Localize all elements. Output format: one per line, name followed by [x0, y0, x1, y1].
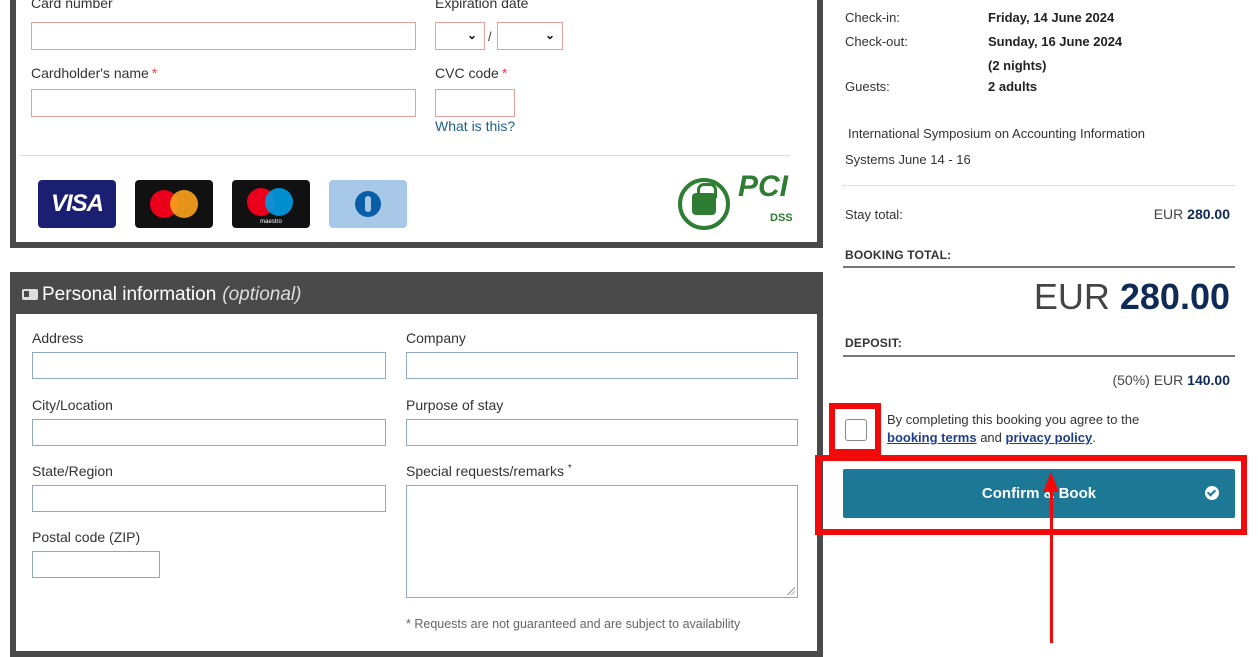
special-requests-note: * Requests are not guaranteed and are su…	[406, 617, 741, 631]
address-label: Address	[32, 330, 84, 346]
id-card-icon	[22, 289, 38, 300]
postal-code-label: Postal code (ZIP)	[32, 529, 141, 545]
summary-divider	[843, 185, 1235, 186]
card-number-label: Card number	[31, 0, 113, 11]
checkin-label: Check-in:	[845, 10, 900, 25]
checkin-value: Friday, 14 June 2024	[988, 10, 1115, 25]
visa-logo: VISA	[38, 180, 116, 228]
check-circle-icon	[1205, 486, 1219, 500]
pci-dss-label: DSS	[770, 212, 793, 224]
city-location-input[interactable]	[32, 419, 386, 446]
postal-code-input[interactable]	[32, 551, 160, 578]
booking-total-label: BOOKING TOTAL:	[845, 248, 952, 262]
state-region-label: State/Region	[32, 463, 113, 479]
booking-terms-link[interactable]: booking terms	[887, 430, 977, 445]
guests-value: 2 adults	[988, 79, 1038, 94]
card-section-divider	[20, 155, 790, 156]
deposit-value: (50%) EUR 140.00	[1112, 372, 1230, 388]
stay-total-value: EUR 280.00	[1153, 206, 1230, 222]
cvc-code-label: CVC code *	[435, 65, 508, 81]
booking-total-value: EUR 280.00	[1033, 276, 1230, 317]
guests-label: Guests:	[845, 79, 890, 94]
event-name: International Symposium on Accounting In…	[845, 126, 1146, 167]
maestro-logo: maestro	[232, 180, 310, 228]
deposit-label: DEPOSIT:	[845, 336, 902, 350]
resize-grip-icon[interactable]	[786, 586, 795, 595]
nights-count: (2 nights)	[988, 58, 1047, 73]
booking-total-rule	[843, 266, 1235, 268]
personal-information-title: Personal information (optional)	[42, 284, 302, 305]
checkout-label: Check-out:	[845, 34, 908, 49]
privacy-policy-link[interactable]: privacy policy	[1006, 430, 1093, 445]
personal-information-header: Personal information (optional)	[10, 272, 823, 314]
annotation-arrow-head	[1043, 472, 1059, 492]
deposit-rule	[843, 355, 1235, 357]
cvc-code-input[interactable]	[435, 89, 515, 117]
state-region-input[interactable]	[32, 485, 386, 512]
checkout-value: Sunday, 16 June 2024	[988, 34, 1123, 49]
expiration-slash: /	[488, 29, 492, 44]
company-label: Company	[406, 330, 466, 346]
terms-agreement-text: By completing this booking you agree to …	[887, 412, 1140, 445]
chevron-down-icon: ⌄	[544, 28, 555, 42]
card-number-input[interactable]	[31, 22, 416, 50]
cvc-help-link[interactable]: What is this?	[435, 118, 515, 134]
annotation-arrow	[1050, 478, 1053, 643]
confirm-and-book-button[interactable]: Confirm & Book	[843, 469, 1235, 518]
stay-total-label: Stay total:	[845, 207, 903, 222]
cardholder-name-input[interactable]	[31, 89, 416, 117]
ssl-secure-badge-icon	[678, 178, 730, 230]
chevron-down-icon: ⌄	[466, 28, 477, 42]
expiration-date-label: Expiration date	[435, 0, 529, 11]
cardholder-name-label: Cardholder's name *	[31, 65, 158, 81]
diners-club-logo	[329, 180, 407, 228]
purpose-of-stay-label: Purpose of stay	[406, 397, 504, 413]
terms-checkbox[interactable]	[845, 419, 867, 441]
expiration-month-select[interactable]: ⌄	[435, 22, 485, 50]
expiration-year-select[interactable]: ⌄	[497, 22, 563, 50]
special-requests-label: Special requests/remarks *	[406, 463, 572, 479]
address-input[interactable]	[32, 352, 386, 379]
special-requests-textarea[interactable]	[406, 485, 798, 598]
company-input[interactable]	[406, 352, 798, 379]
mastercard-logo	[135, 180, 213, 228]
purpose-of-stay-input[interactable]	[406, 419, 798, 446]
confirm-button-label: Confirm & Book	[981, 485, 1097, 502]
pci-logo: PCI	[738, 170, 789, 203]
city-location-label: City/Location	[32, 397, 113, 413]
